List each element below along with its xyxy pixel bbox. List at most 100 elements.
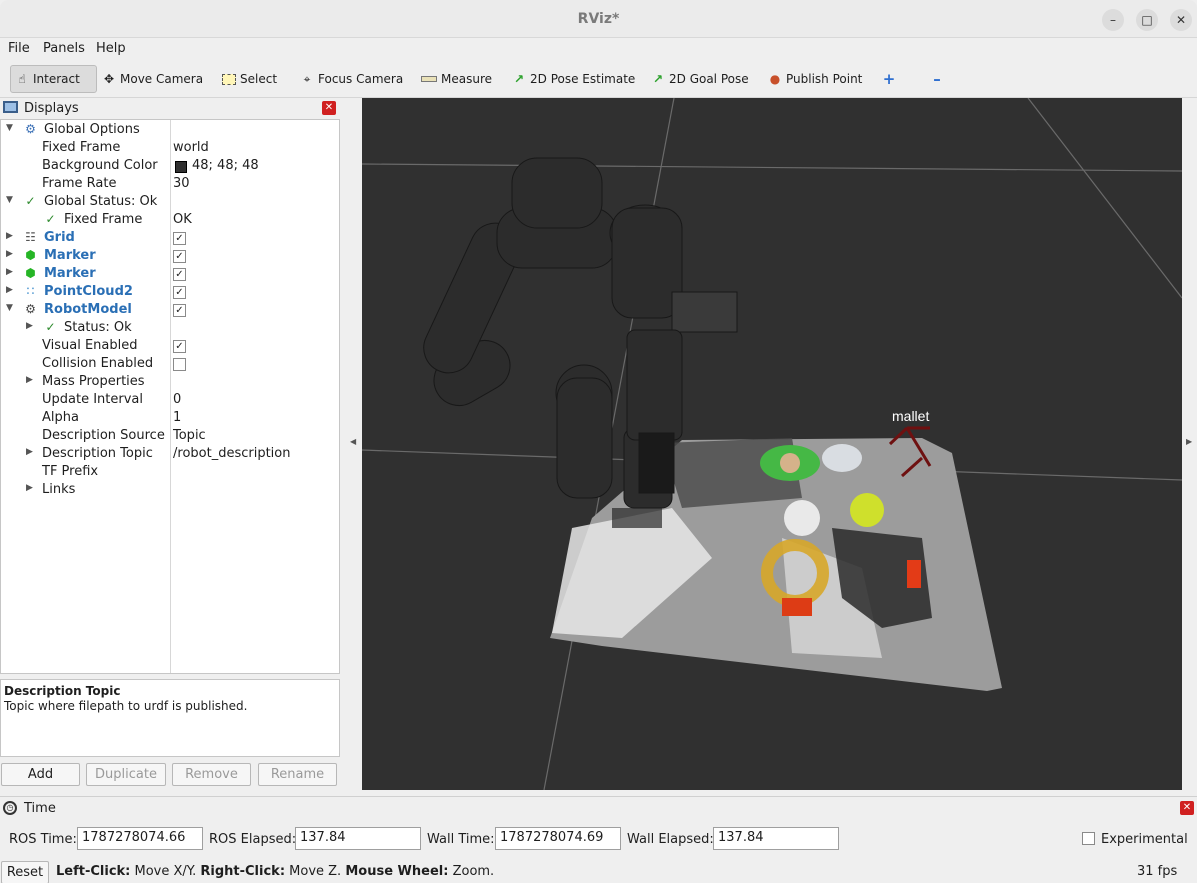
collapsed-arrow-icon[interactable]: ▶: [26, 321, 33, 331]
collapsed-arrow-icon[interactable]: ▶: [6, 249, 13, 259]
tree-row-description-source[interactable]: Description Source Topic: [1, 427, 339, 445]
robotmodel-label: RobotModel: [44, 302, 132, 317]
collapsed-arrow-icon[interactable]: ▶: [26, 375, 33, 385]
update-interval-value[interactable]: 0: [173, 392, 181, 407]
add-button[interactable]: Add: [1, 763, 80, 786]
3d-viewport[interactable]: mallet: [362, 98, 1182, 790]
grid-checkbox[interactable]: ✓: [173, 232, 186, 245]
menu-panels[interactable]: Panels: [43, 41, 85, 56]
ros-elapsed-field[interactable]: 137.84: [295, 827, 421, 850]
displays-header: Displays ✕: [0, 98, 341, 119]
duplicate-button[interactable]: Duplicate: [86, 763, 166, 786]
left-splitter[interactable]: ◀: [341, 98, 362, 790]
description-text: Topic where filepath to urdf is publishe…: [4, 699, 248, 713]
color-swatch[interactable]: [175, 161, 187, 173]
displays-panel: Displays ✕ ▼ ⚙ Global Options Fixed Fram…: [0, 98, 341, 790]
minus-icon: –: [933, 70, 941, 88]
tree-row-background-color[interactable]: Background Color 48; 48; 48: [1, 157, 339, 175]
expand-arrow-icon[interactable]: ▼: [6, 195, 13, 205]
marker-checkbox[interactable]: ✓: [173, 268, 186, 281]
focus-camera-tool[interactable]: ⌖ Focus Camera: [296, 65, 407, 93]
collision-enabled-checkbox[interactable]: [173, 358, 186, 371]
select-tool[interactable]: Select: [218, 65, 281, 93]
frame-rate-value[interactable]: 30: [173, 176, 190, 191]
visual-enabled-checkbox[interactable]: ✓: [173, 340, 186, 353]
experimental-checkbox[interactable]: [1082, 832, 1095, 845]
tree-row-pointcloud2[interactable]: ▶ ∷ PointCloud2 ✓: [1, 283, 339, 301]
remove-button[interactable]: Remove: [172, 763, 251, 786]
collapsed-arrow-icon[interactable]: ▶: [26, 483, 33, 493]
description-topic-value[interactable]: /robot_description: [173, 446, 290, 461]
update-interval-label: Update Interval: [42, 392, 143, 407]
grid-label: Grid: [44, 230, 75, 245]
left-click-key: Left-Click:: [56, 864, 131, 879]
menu-file[interactable]: File: [8, 41, 30, 56]
tree-row-grid[interactable]: ▶ ☷ Grid ✓: [1, 229, 339, 247]
wall-time-field[interactable]: 1787278074.69: [495, 827, 621, 850]
collapsed-arrow-icon[interactable]: ▶: [6, 231, 13, 241]
tree-row-robotmodel[interactable]: ▼ ⚙ RobotModel ✓: [1, 301, 339, 319]
clock-icon: ◷: [3, 801, 17, 815]
remove-tool-button[interactable]: –: [926, 65, 948, 93]
close-panel-icon[interactable]: ✕: [322, 101, 336, 115]
wall-elapsed-field[interactable]: 137.84: [713, 827, 839, 850]
tree-row-links[interactable]: ▶ Links: [1, 481, 339, 499]
toolbar: ☝ Interact ✥ Move Camera Select ⌖ Focus …: [0, 60, 1197, 98]
collapsed-arrow-icon[interactable]: ▶: [26, 447, 33, 457]
description-source-label: Description Source: [42, 428, 165, 443]
tree-row-visual-enabled[interactable]: Visual Enabled ✓: [1, 337, 339, 355]
goal-pose-tool[interactable]: ↗ 2D Goal Pose: [647, 65, 753, 93]
tree-row-description-topic[interactable]: ▶ Description Topic /robot_description: [1, 445, 339, 463]
goal-pose-label: 2D Goal Pose: [669, 72, 749, 86]
tree-row-update-interval[interactable]: Update Interval 0: [1, 391, 339, 409]
collapse-right-icon[interactable]: ▶: [1186, 437, 1192, 446]
maximize-button[interactable]: □: [1136, 9, 1158, 31]
point-cloud: [550, 438, 1002, 691]
collapsed-arrow-icon[interactable]: ▶: [6, 285, 13, 295]
tree-row-marker-2[interactable]: ▶ ⬢ Marker ✓: [1, 265, 339, 283]
tree-row-collision-enabled[interactable]: Collision Enabled: [1, 355, 339, 373]
background-color-value[interactable]: 48; 48; 48: [192, 158, 259, 173]
fixed-frame-value[interactable]: world: [173, 140, 209, 155]
expand-arrow-icon[interactable]: ▼: [6, 303, 13, 313]
check-icon: ✓: [45, 320, 56, 334]
pose-estimate-tool[interactable]: ↗ 2D Pose Estimate: [508, 65, 639, 93]
pointcloud2-checkbox[interactable]: ✓: [173, 286, 186, 299]
tree-row-frame-rate[interactable]: Frame Rate 30: [1, 175, 339, 193]
move-camera-tool[interactable]: ✥ Move Camera: [98, 65, 207, 93]
tree-row-alpha[interactable]: Alpha 1: [1, 409, 339, 427]
mallet-label: mallet: [892, 408, 929, 424]
robotmodel-checkbox[interactable]: ✓: [173, 304, 186, 317]
ros-time-label: ROS Time:: [9, 832, 77, 847]
rename-button[interactable]: Rename: [258, 763, 337, 786]
global-status-label: Global Status: Ok: [44, 194, 158, 209]
displays-title: Displays: [24, 101, 79, 116]
tree-row-fixed-frame[interactable]: Fixed Frame world: [1, 139, 339, 157]
tf-prefix-label: TF Prefix: [42, 464, 99, 479]
tree-row-status-fixed-frame[interactable]: ✓ Fixed Frame OK: [1, 211, 339, 229]
right-splitter[interactable]: ▶: [1182, 98, 1197, 790]
interact-tool[interactable]: ☝ Interact: [10, 65, 97, 93]
measure-tool[interactable]: Measure: [417, 65, 496, 93]
map-pin-icon: ●: [769, 72, 781, 86]
alpha-value[interactable]: 1: [173, 410, 181, 425]
tree-row-global-options[interactable]: ▼ ⚙ Global Options: [1, 121, 339, 139]
minimize-button[interactable]: –: [1102, 9, 1124, 31]
close-time-panel-icon[interactable]: ✕: [1180, 801, 1194, 815]
tree-row-tf-prefix[interactable]: TF Prefix: [1, 463, 339, 481]
tree-row-global-status[interactable]: ▼ ✓ Global Status: Ok: [1, 193, 339, 211]
marker-checkbox[interactable]: ✓: [173, 250, 186, 263]
collapse-left-icon[interactable]: ◀: [350, 437, 356, 446]
tree-row-marker-1[interactable]: ▶ ⬢ Marker ✓: [1, 247, 339, 265]
description-source-value[interactable]: Topic: [173, 428, 206, 443]
collapsed-arrow-icon[interactable]: ▶: [6, 267, 13, 277]
tree-row-mass-properties[interactable]: ▶ Mass Properties: [1, 373, 339, 391]
publish-point-tool[interactable]: ● Publish Point: [764, 65, 866, 93]
tree-row-status-ok[interactable]: ▶ ✓ Status: Ok: [1, 319, 339, 337]
close-window-button[interactable]: ✕: [1170, 9, 1192, 31]
add-tool-button[interactable]: +: [878, 65, 900, 93]
ros-time-field[interactable]: 1787278074.66: [77, 827, 203, 850]
menu-help[interactable]: Help: [96, 41, 126, 56]
reset-button[interactable]: Reset: [1, 861, 49, 883]
expand-arrow-icon[interactable]: ▼: [6, 123, 13, 133]
